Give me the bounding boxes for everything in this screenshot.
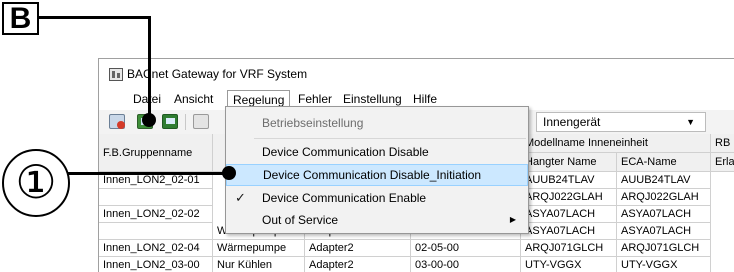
- table-cell-eca[interactable]: AUUB24TLAV: [617, 172, 711, 189]
- table-cell-mode[interactable]: Nur Kühlen: [213, 257, 305, 272]
- table-row-group[interactable]: Innen_LON2_03-00: [99, 257, 213, 272]
- header-group-name[interactable]: F.B.Gruppenname: [99, 134, 213, 172]
- table-cell-model[interactable]: ASYA07LACH: [521, 223, 617, 240]
- menu-item-out-of-service[interactable]: Out of Service ▶: [226, 209, 528, 231]
- table-cell-eca[interactable]: ARQJ022GLAH: [617, 189, 711, 206]
- menu-ansicht[interactable]: Ansicht: [169, 91, 218, 108]
- header-rb[interactable]: RB: [711, 134, 734, 153]
- table-row-group[interactable]: Innen_LON2_02-04: [99, 240, 213, 257]
- menu-item-label: Out of Service: [262, 213, 339, 227]
- header-rb-sub[interactable]: Erla: [711, 153, 734, 172]
- menu-item-device-communication-disable[interactable]: Device Communication Disable: [226, 141, 528, 163]
- callout-b-connector-vertical: [148, 16, 151, 117]
- callout-1-label: ①: [2, 149, 70, 217]
- menu-item-label: Device Communication Enable: [262, 191, 427, 205]
- table-cell-eca[interactable]: UTY-VGGX: [617, 257, 711, 272]
- unit-filter-select[interactable]: Innengerät ▼: [536, 112, 706, 132]
- table-cell-model[interactable]: ARQJ022GLAH: [521, 189, 617, 206]
- table-row-group[interactable]: [99, 189, 213, 206]
- chevron-down-icon: ▼: [686, 117, 695, 127]
- menu-item-betriebseinstellung[interactable]: Betriebseinstellung: [226, 112, 528, 134]
- menu-item-device-communication-disable-initiation[interactable]: Device Communication Disable_Initiation: [226, 164, 528, 186]
- header-eca-name[interactable]: ECA-Name: [617, 153, 711, 172]
- table-cell-model[interactable]: ARQJ071GLCH: [521, 240, 617, 257]
- table-row-group[interactable]: Innen_LON2_02-02: [99, 206, 213, 223]
- window-title: BACnet Gateway for VRF System: [127, 67, 308, 81]
- remove-icon[interactable]: [109, 114, 125, 129]
- table-cell-address[interactable]: 02-05-00: [411, 240, 521, 257]
- table-cell-model[interactable]: AUUB24TLAV: [521, 172, 617, 189]
- table-row-group[interactable]: [99, 223, 213, 240]
- submenu-arrow-icon: ▶: [509, 215, 516, 224]
- regelung-dropdown-menu: Betriebseinstellung Device Communication…: [225, 106, 529, 234]
- table-cell-model[interactable]: ASYA07LACH: [521, 206, 617, 223]
- table-cell-model[interactable]: UTY-VGGX: [521, 257, 617, 272]
- callout-b-dot: [142, 113, 156, 127]
- menu-item-label: Device Communication Disable_Initiation: [263, 168, 482, 182]
- header-hanger-name[interactable]: Hangter Name: [521, 153, 617, 172]
- callout-1-dot: [222, 166, 236, 180]
- menu-item-device-communication-enable[interactable]: ✓ Device Communication Enable: [226, 187, 528, 209]
- table-cell-eca[interactable]: ASYA07LACH: [617, 223, 711, 240]
- app-icon: [109, 68, 123, 81]
- menu-item-label: Betriebseinstellung: [262, 116, 364, 130]
- toolbar-separator: [185, 114, 186, 130]
- unit-filter-value: Innengerät: [543, 115, 601, 129]
- table-cell-address[interactable]: 03-00-00: [411, 257, 521, 272]
- table-cell-adapter[interactable]: Adapter2: [305, 240, 411, 257]
- refresh-icon[interactable]: [162, 114, 178, 129]
- table-cell-adapter[interactable]: Adapter2: [305, 257, 411, 272]
- menu-item-label: Device Communication Disable: [262, 145, 429, 159]
- table-cell-eca[interactable]: ARQJ071GLCH: [617, 240, 711, 257]
- table-cell-mode[interactable]: Wärmepumpe: [213, 240, 305, 257]
- table-cell-eca[interactable]: ASYA07LACH: [617, 206, 711, 223]
- callout-b-connector-horizontal: [39, 16, 150, 19]
- callout-b-label: B: [2, 2, 39, 35]
- header-model-name[interactable]: Modellname Inneneinheit: [521, 134, 711, 153]
- menu-separator: [254, 138, 526, 139]
- callout-1-connector: [68, 172, 230, 175]
- title-bar: BACnet Gateway for VRF System: [99, 59, 734, 89]
- checkmark-icon: ✓: [235, 190, 246, 205]
- grid-icon[interactable]: [193, 114, 209, 129]
